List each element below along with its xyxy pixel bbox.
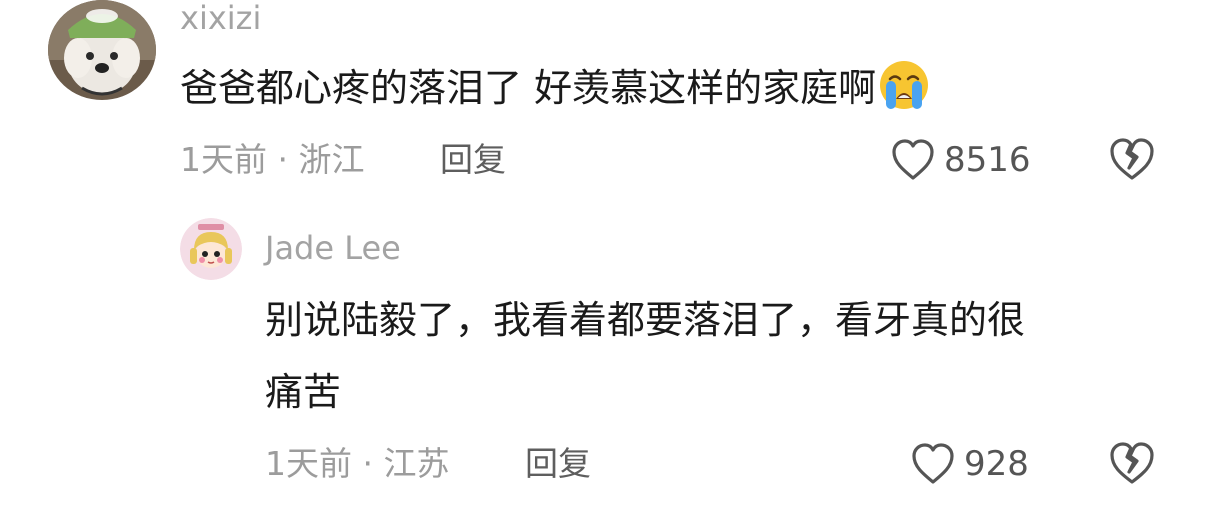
reply-button[interactable]: 回复 xyxy=(525,444,591,484)
cartoon-girl-avatar-icon xyxy=(180,218,242,280)
dog-avatar-icon xyxy=(48,0,156,100)
comment-text-line-1: 别说陆毅了，我看着都要落泪了，看牙真的很 xyxy=(265,298,1026,342)
comment-text-line-2: 痛苦 xyxy=(265,370,342,414)
avatar[interactable] xyxy=(180,218,242,280)
comment-meta: 1天前 · 浙江 xyxy=(180,140,365,179)
heart-icon xyxy=(892,139,934,180)
like-button[interactable]: 8516 xyxy=(890,136,1031,184)
loudly-crying-face-icon xyxy=(878,59,930,111)
username[interactable]: Jade Lee xyxy=(265,230,401,266)
dislike-button[interactable] xyxy=(1108,136,1156,184)
comment-meta: 1天前 · 江苏 xyxy=(265,444,450,483)
like-count: 8516 xyxy=(944,140,1031,180)
dislike-button[interactable] xyxy=(1108,440,1156,488)
avatar[interactable] xyxy=(48,0,156,100)
comment-text: 爸爸都心疼的落泪了 好羡慕这样的家庭啊 xyxy=(180,58,930,118)
comment-text-body: 爸爸都心疼的落泪了 好羡慕这样的家庭啊 xyxy=(180,66,877,110)
like-count: 928 xyxy=(964,444,1029,484)
broken-heart-icon xyxy=(1110,138,1154,180)
like-button[interactable]: 928 xyxy=(910,440,1029,488)
heart-icon xyxy=(912,443,954,484)
broken-heart-icon xyxy=(1110,442,1154,484)
username[interactable]: xixizi xyxy=(180,0,261,36)
reply-button[interactable]: 回复 xyxy=(440,140,506,180)
